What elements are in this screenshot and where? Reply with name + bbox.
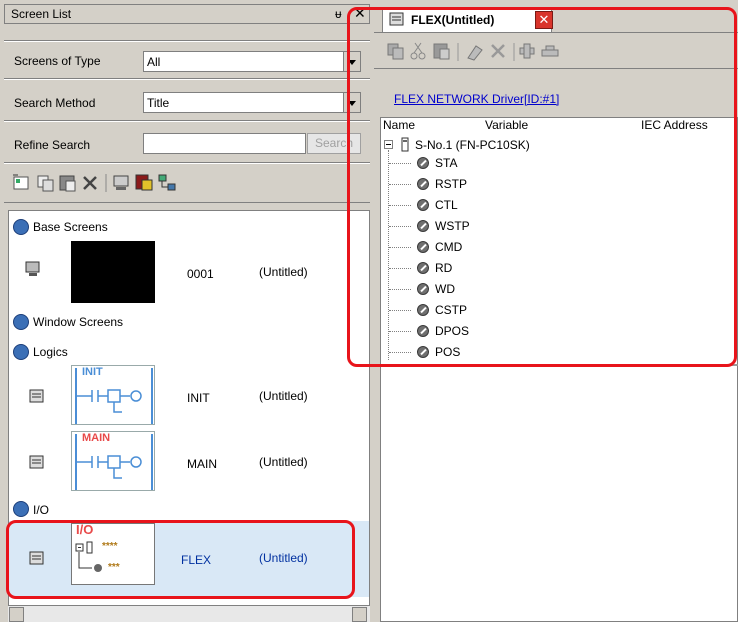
- screen-view-icon[interactable]: [113, 175, 129, 190]
- category-logics[interactable]: Logics: [33, 345, 68, 359]
- search-method-dropdown[interactable]: Title: [143, 92, 361, 113]
- screen-title: (Untitled): [259, 455, 308, 469]
- category-icon: [13, 501, 29, 517]
- screen-list-title: Screen List: [11, 7, 72, 21]
- io-editor-panel: FLEX(Untitled) ✕ FLEX NETWORK Driver[ID:…: [347, 0, 738, 622]
- logic-screen-icon: [29, 455, 44, 469]
- ladder-thumbnail: MAIN: [71, 431, 155, 491]
- screen-list-panel: Screen List ᵾ ✕ Screens of Type All Sear…: [0, 0, 374, 622]
- category-base-screens[interactable]: Base Screens: [33, 220, 108, 234]
- divider: [4, 79, 370, 80]
- list-item[interactable]: MAIN MAIN (Untitled): [9, 429, 369, 495]
- screens-of-type-value: All: [147, 55, 161, 69]
- screen-icon: [25, 261, 40, 276]
- screen-id: INIT: [187, 391, 210, 405]
- screen-id: 0001: [187, 267, 214, 281]
- list-item[interactable]: 0001 (Untitled): [9, 239, 369, 309]
- screen-title: (Untitled): [259, 265, 308, 279]
- screen-title: (Untitled): [259, 389, 308, 403]
- scroll-left-button[interactable]: [9, 607, 24, 622]
- delete-icon[interactable]: [83, 176, 97, 190]
- highlight-annotation: [6, 520, 355, 599]
- category-io[interactable]: I/O: [33, 503, 49, 517]
- category-icon: [13, 344, 29, 360]
- screen-list-toolbar: [13, 174, 176, 192]
- screens-of-type-label: Screens of Type: [14, 54, 101, 68]
- screen-thumbnail: [71, 241, 155, 303]
- list-item[interactable]: INIT INIT (Untitled): [9, 363, 369, 429]
- highlight-annotation: [347, 7, 737, 367]
- ladder-thumbnail: INIT: [71, 365, 155, 425]
- divider: [4, 121, 370, 122]
- paste-icon[interactable]: [59, 175, 76, 192]
- divider: [4, 163, 370, 164]
- horizontal-scrollbar[interactable]: [8, 605, 370, 622]
- network-icon[interactable]: [158, 174, 176, 191]
- divider: [4, 41, 370, 42]
- divider: [4, 202, 370, 203]
- category-window-screens[interactable]: Window Screens: [33, 315, 123, 329]
- category-icon: [13, 314, 29, 330]
- screen-list-titlebar: Screen List ᵾ ✕: [4, 4, 370, 24]
- pin-icon[interactable]: ᵾ: [335, 7, 342, 21]
- refine-search-input[interactable]: [143, 133, 306, 154]
- refine-search-label: Refine Search: [14, 138, 91, 152]
- move-icon[interactable]: [135, 174, 153, 191]
- copy-icon[interactable]: [37, 175, 54, 192]
- screens-of-type-dropdown[interactable]: All: [143, 51, 361, 72]
- new-screen-icon[interactable]: [13, 174, 29, 190]
- scroll-right-button[interactable]: [352, 607, 367, 622]
- screen-id: MAIN: [187, 457, 217, 471]
- logic-screen-icon: [29, 389, 44, 403]
- ladder-diagram: [75, 368, 153, 424]
- ladder-diagram: [75, 434, 153, 490]
- search-method-value: Title: [147, 96, 170, 110]
- category-icon: [13, 219, 29, 235]
- search-method-label: Search Method: [14, 96, 96, 110]
